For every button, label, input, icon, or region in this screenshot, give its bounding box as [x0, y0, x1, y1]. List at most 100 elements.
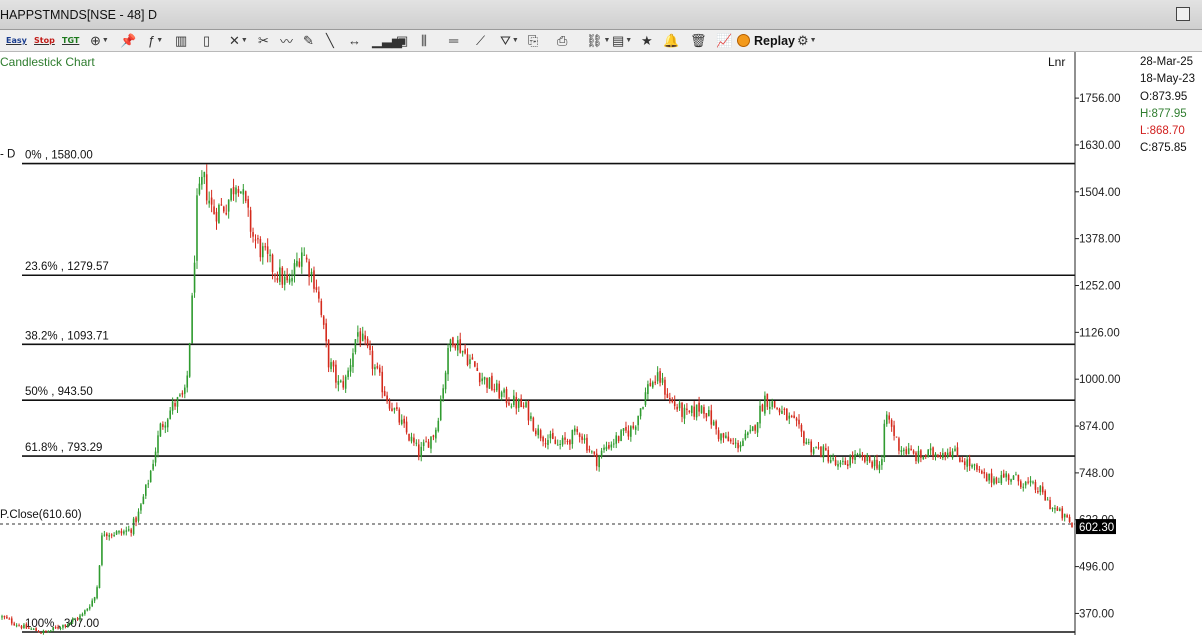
candle-body: [279, 267, 281, 282]
document-export-icon[interactable]: ⎘: [528, 32, 538, 49]
scale-mode-label[interactable]: Lnr: [1048, 55, 1065, 69]
candle-body: [481, 378, 483, 382]
cube-icon[interactable]: ▣: [396, 32, 408, 49]
candle-body: [956, 447, 959, 457]
columns-icon[interactable]: ⫼: [421, 32, 427, 49]
candle-body: [193, 262, 196, 293]
candle-body: [788, 415, 791, 419]
candle-body: [101, 535, 103, 565]
candle-body: [671, 399, 674, 403]
easy-tag-button[interactable]: Easy: [6, 32, 27, 49]
candle-body: [832, 458, 834, 460]
candle-body: [422, 442, 425, 447]
candle-body: [213, 206, 215, 215]
window-close-button[interactable]: [1176, 7, 1190, 21]
favorite-star-icon[interactable]: ★: [641, 32, 653, 49]
candle-body: [756, 422, 759, 433]
candle-body: [308, 261, 310, 278]
candle-body: [432, 435, 435, 438]
candle-body: [932, 447, 934, 457]
scissors-icon[interactable]: ✂: [258, 32, 269, 49]
freehand-icon[interactable]: 〰: [280, 32, 293, 49]
candle-body: [768, 406, 771, 409]
compare-chart-icon[interactable]: 📈: [716, 32, 732, 49]
candle-body: [405, 421, 408, 433]
trendline-icon[interactable]: ╲: [326, 32, 334, 49]
gear-icon[interactable]: ⚙ ▼: [797, 32, 817, 49]
candle-body: [693, 406, 696, 417]
candle-body: [300, 252, 303, 267]
layout-icon[interactable]: ▤ ▼: [612, 32, 632, 49]
candle-body: [54, 627, 57, 629]
crosshair-tool-icon[interactable]: ⊕ ▼: [90, 32, 109, 49]
tgt-tag-button[interactable]: TGT: [62, 32, 79, 49]
fibonacci-retracement[interactable]: 0% , 1580.00 23.6% , 1279.57 38.2% , 1093.…: [22, 150, 1075, 633]
candle-body: [91, 600, 93, 607]
candle-body: [28, 627, 30, 629]
candle-body: [247, 199, 249, 208]
candle-body: [776, 407, 778, 409]
candle-body: [357, 332, 359, 337]
price-chart-canvas[interactable]: 0% , 1580.00 23.6% , 1279.57 38.2% , 1093.…: [0, 52, 1202, 635]
candle-body: [15, 625, 18, 627]
candle-body: [371, 350, 374, 369]
candle-body: [564, 437, 566, 440]
candle-body: [764, 395, 766, 414]
price-axis[interactable]: 370.00496.00622.00748.00874.001000.00112…: [1074, 52, 1121, 635]
candle-body: [220, 204, 223, 206]
candle-body: [205, 174, 208, 201]
candle-body: [488, 377, 491, 389]
candle-body: [386, 395, 388, 402]
candle-body: [571, 429, 574, 445]
candle-body: [844, 460, 847, 465]
candle-body: [946, 452, 949, 457]
candle-body: [359, 331, 362, 344]
ruler-icon[interactable]: ⟋: [476, 32, 485, 49]
candle-body: [544, 443, 547, 445]
stop-tag-button[interactable]: Stop: [34, 32, 55, 49]
candle-body: [152, 463, 154, 470]
chart-panel[interactable]: 0% , 1580.00 23.6% , 1279.57 38.2% , 1093.…: [0, 52, 1202, 635]
candle-body: [703, 407, 705, 414]
print-icon[interactable]: ⎙: [557, 32, 567, 49]
candle-body: [608, 445, 610, 449]
candle-body: [761, 404, 764, 412]
candle-body: [586, 437, 588, 451]
horizontal-ray-icon[interactable]: ↔: [348, 32, 361, 49]
candle-body: [983, 472, 986, 474]
candle-chart-icon[interactable]: ▯: [203, 32, 210, 49]
bar-chart-icon[interactable]: ▥: [175, 32, 187, 49]
candle-body: [232, 187, 235, 195]
candle-body: [159, 423, 162, 437]
candle-body: [990, 473, 993, 483]
equal-lines-icon[interactable]: ═: [449, 32, 458, 49]
alert-bell-icon[interactable]: 🔔: [663, 32, 679, 49]
candle-body: [69, 622, 72, 625]
indicator-menu-icon[interactable]: ƒ ▼: [148, 32, 163, 49]
candle-body: [786, 408, 788, 421]
ohlc-to-date: 28-Mar-25: [1140, 56, 1194, 68]
candle-body: [825, 447, 827, 451]
candle-body: [369, 345, 371, 351]
chain-link-icon[interactable]: ⛓ ▼: [586, 32, 610, 49]
bucket-icon[interactable]: ⛛ ▼: [500, 32, 519, 49]
replay-button[interactable]: Replay: [737, 32, 795, 49]
pin-tool-icon[interactable]: 📌: [120, 32, 136, 49]
candle-body: [396, 407, 398, 410]
candle-body: [166, 419, 169, 428]
candle-body: [951, 451, 954, 458]
candle-body: [888, 415, 890, 420]
delete-bin-icon[interactable]: 🗑: [690, 32, 707, 49]
candle-body: [106, 533, 108, 537]
candle-body: [1054, 508, 1056, 510]
candle-body: [137, 511, 140, 521]
candle-body: [383, 391, 386, 396]
draw-lines-icon[interactable]: ✕ ▼: [229, 32, 248, 49]
candle-body: [659, 371, 661, 383]
candle-body: [861, 455, 864, 457]
candle-body: [88, 606, 91, 609]
candle-body: [410, 436, 413, 442]
pencil-icon[interactable]: ✎: [303, 32, 314, 49]
prev-close-label: P.Close(610.60): [0, 509, 82, 521]
candle-body: [30, 628, 33, 630]
